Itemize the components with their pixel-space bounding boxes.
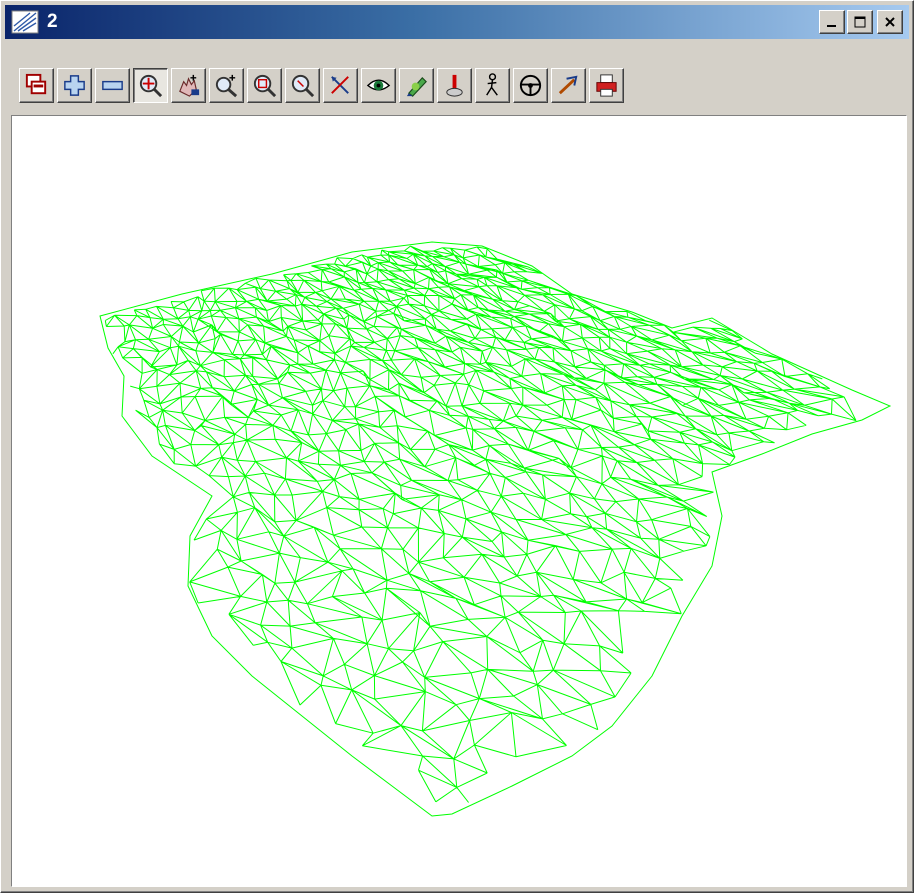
plus-icon <box>64 75 85 96</box>
minus-icon <box>102 80 123 91</box>
highlight-button[interactable] <box>399 68 434 103</box>
walk-icon <box>486 73 498 96</box>
walk-button[interactable] <box>475 68 510 103</box>
zoom-out-icon <box>291 74 315 98</box>
minimize-button[interactable] <box>819 10 845 34</box>
zoom-window-button[interactable] <box>247 68 282 103</box>
view-select-button[interactable] <box>19 68 54 103</box>
probe-button[interactable] <box>437 68 472 103</box>
close-icon <box>885 17 895 27</box>
drive-button[interactable] <box>513 68 548 103</box>
zoom-in-icon <box>215 74 238 98</box>
eye-icon <box>366 79 391 91</box>
zoom-in-button[interactable] <box>209 68 244 103</box>
zoom-extent-icon <box>139 74 163 98</box>
printer-icon <box>596 74 617 97</box>
pick-button[interactable] <box>551 68 586 103</box>
hand-pan-icon <box>179 74 200 97</box>
view-window-icon <box>11 9 41 35</box>
pen-icon <box>406 76 427 97</box>
zoom-out-button[interactable] <box>285 68 320 103</box>
print-button[interactable] <box>589 68 624 103</box>
close-button[interactable] <box>877 10 903 34</box>
cursor-cross-button[interactable] <box>323 68 358 103</box>
pan-button[interactable] <box>171 68 206 103</box>
toolbar <box>5 41 909 117</box>
probe-icon <box>446 74 463 97</box>
maximize-icon <box>854 16 866 28</box>
terrain-mesh <box>99 241 892 817</box>
steering-wheel-icon <box>519 74 542 97</box>
views-icon <box>25 73 47 95</box>
zoom-extent-button[interactable] <box>133 68 168 103</box>
window-title: 2 <box>47 11 58 32</box>
cross-cursor-icon <box>331 76 349 94</box>
view-canvas[interactable] <box>11 115 907 887</box>
remove-button[interactable] <box>95 68 130 103</box>
maximize-button[interactable] <box>847 10 873 34</box>
window-controls <box>817 10 903 34</box>
add-button[interactable] <box>57 68 92 103</box>
mesh-edges <box>104 245 857 803</box>
minimize-icon <box>827 25 836 27</box>
view-window: 2 <box>0 0 914 893</box>
zoom-window-icon <box>253 74 277 98</box>
title-bar[interactable]: 2 <box>5 5 909 39</box>
pick-icon <box>558 75 578 95</box>
view-eye-button[interactable] <box>361 68 396 103</box>
